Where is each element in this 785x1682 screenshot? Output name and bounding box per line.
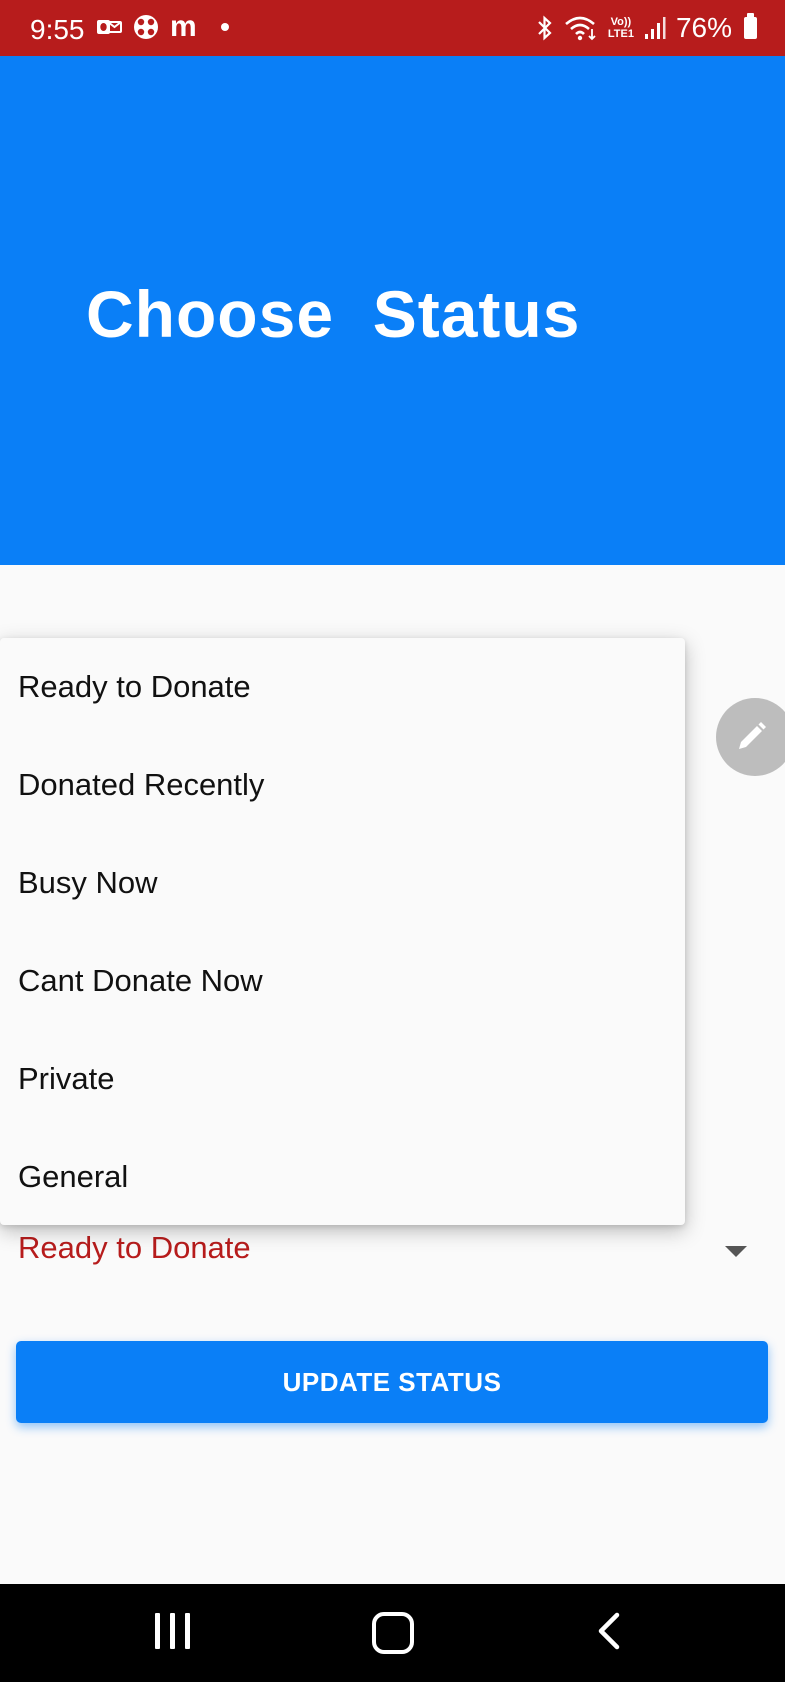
m-icon: m (170, 10, 197, 43)
edit-button[interactable] (716, 698, 785, 776)
outlook-icon (97, 20, 122, 34)
navigation-bar (0, 1584, 785, 1682)
menu-item-general[interactable]: General (0, 1128, 685, 1226)
dot-icon (220, 23, 229, 31)
bluetooth-icon (538, 15, 552, 41)
menu-item-donated-recently[interactable]: Donated Recently (0, 736, 685, 834)
menu-item-cant-donate-now[interactable]: Cant Donate Now (0, 932, 685, 1030)
battery-percent: 76% (675, 12, 732, 43)
status-dropdown-menu: Ready to Donate Donated Recently Busy No… (0, 638, 685, 1225)
back-icon[interactable] (596, 1612, 622, 1650)
battery-icon (744, 13, 757, 39)
header: Choose Status (0, 56, 785, 565)
menu-item-ready-to-donate[interactable]: Ready to Donate (0, 638, 685, 736)
dropdown-arrow-icon (725, 1246, 747, 1257)
recents-icon[interactable] (155, 1613, 190, 1649)
pencil-icon (739, 722, 766, 749)
volte-icon: Vo)) LTE1 (607, 16, 634, 40)
signal-icon (644, 17, 666, 39)
status-bar: 9:55 m Vo)) LTE1 76% (0, 0, 785, 56)
system-icons: Vo)) LTE1 76% (536, 12, 757, 44)
update-status-button[interactable]: UPDATE STATUS (16, 1341, 768, 1423)
home-icon[interactable] (372, 1612, 414, 1654)
status-time: 9:55 (30, 14, 85, 45)
status-select[interactable]: Ready to Donate (0, 1226, 785, 1278)
page-title: Choose Status (86, 277, 581, 351)
app-icon (134, 15, 158, 39)
wifi-icon (565, 16, 596, 41)
notification-icons: m (96, 12, 229, 42)
selected-status: Ready to Donate (18, 1230, 251, 1265)
menu-item-busy-now[interactable]: Busy Now (0, 834, 685, 932)
menu-item-private[interactable]: Private (0, 1030, 685, 1128)
